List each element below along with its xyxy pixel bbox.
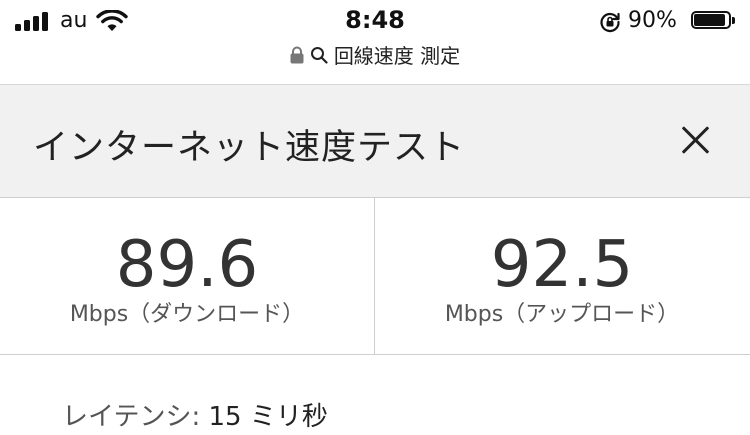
speed-results: 89.6 Mbps（ダウンロード） 92.5 Mbps（アップロード） bbox=[0, 198, 750, 355]
upload-speed-value: 92.5 bbox=[490, 228, 634, 302]
page-title: インターネット速度テスト bbox=[33, 128, 466, 168]
battery-icon bbox=[691, 11, 735, 31]
latency-row: レイテンシ: 15 ミリ秒 bbox=[62, 396, 328, 433]
search-icon bbox=[310, 46, 328, 64]
url-text: 回線速度 測定 bbox=[333, 44, 461, 68]
latency-value: 15 bbox=[208, 402, 242, 432]
latency-unit: ミリ秒 bbox=[241, 402, 328, 432]
upload-speed-unit: Mbps（アップロード） bbox=[444, 302, 680, 327]
download-speed-value: 89.6 bbox=[115, 228, 259, 302]
status-bar: au 8:48 90% bbox=[0, 0, 750, 42]
lock-icon bbox=[290, 46, 304, 63]
battery-fill bbox=[694, 14, 725, 26]
battery-percentage: 90% bbox=[628, 8, 677, 33]
card-header: インターネット速度テスト bbox=[0, 85, 750, 198]
close-button[interactable] bbox=[676, 120, 716, 160]
latency-label: レイテンシ: bbox=[62, 402, 209, 432]
rotation-lock-icon bbox=[600, 12, 620, 33]
download-result: 89.6 Mbps（ダウンロード） bbox=[0, 198, 374, 354]
download-speed-unit: Mbps（ダウンロード） bbox=[69, 302, 305, 327]
url-bar[interactable]: 回線速度 測定 bbox=[0, 40, 750, 70]
upload-result: 92.5 Mbps（アップロード） bbox=[375, 198, 749, 354]
